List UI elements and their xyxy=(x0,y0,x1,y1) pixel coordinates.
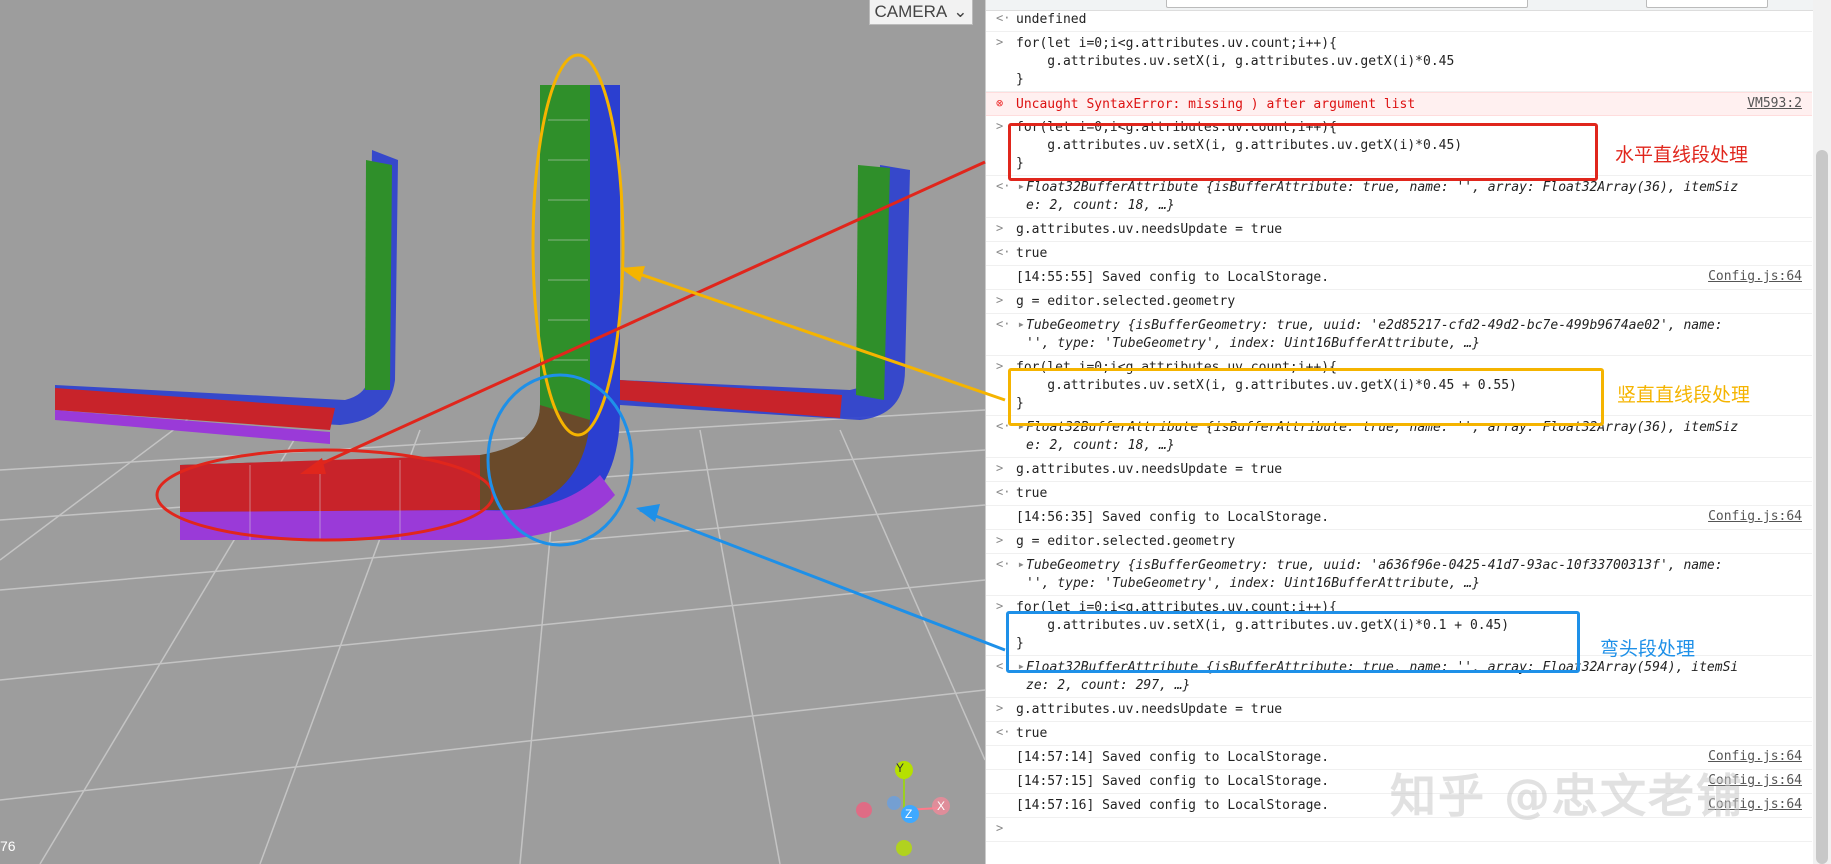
camera-select-label: CAMERA xyxy=(874,2,948,21)
console-row[interactable]: <· true xyxy=(986,242,1812,266)
gizmo-x-label: X xyxy=(937,799,946,813)
console-message-text: [14:57:14] Saved config to LocalStorage. xyxy=(1016,750,1330,765)
chevron-down-icon: ⌄ xyxy=(953,2,968,21)
console-message-text: TubeGeometry {isBufferGeometry: true, uu… xyxy=(1026,558,1723,591)
vertical-code-box xyxy=(1008,368,1604,426)
console-prompt-icon: > xyxy=(996,119,1004,133)
console-row[interactable]: <· true xyxy=(986,482,1812,506)
console-prompt-icon: > xyxy=(996,35,1004,49)
axis-gizmo[interactable] xyxy=(856,761,950,856)
console-prompt-icon: <· ▸ xyxy=(996,317,1025,331)
console-prompt-icon: <· xyxy=(996,485,1011,499)
console-row[interactable]: ⊗ Uncaught SyntaxError: missing ) after a… xyxy=(986,92,1812,116)
console-prompt-icon: <· xyxy=(996,725,1011,739)
console-prompt-icon: > xyxy=(996,701,1004,715)
console-row[interactable]: [14:56:35] Saved config to LocalStorage.… xyxy=(986,506,1812,530)
scrollbar-thumb[interactable] xyxy=(1816,150,1828,864)
console-message-text: g.attributes.uv.needsUpdate = true xyxy=(1016,222,1283,237)
console-row[interactable]: <· true xyxy=(986,722,1812,746)
error-icon: ⊗ xyxy=(996,96,1004,110)
watermark: 知乎 @忠文老铺 xyxy=(1390,769,1745,823)
console-prompt-icon: > xyxy=(996,599,1004,613)
console-row[interactable]: > for(let i=0;i<g.attributes.uv.count;i++… xyxy=(986,32,1812,92)
console-row[interactable]: > g = editor.selected.geometry xyxy=(986,530,1812,554)
console-message-text: g = editor.selected.geometry xyxy=(1016,534,1236,549)
console-prompt-icon: <· xyxy=(996,11,1011,25)
horizontal-code-box xyxy=(1008,123,1598,181)
console-prompt-icon: > xyxy=(996,461,1004,475)
console-message-text: [14:55:55] Saved config to LocalStorage. xyxy=(1016,270,1330,285)
console-message-text: Uncaught SyntaxError: missing ) after ar… xyxy=(1016,97,1416,112)
console-message-text: undefined xyxy=(1016,12,1087,27)
console-message-text: [14:57:16] Saved config to LocalStorage. xyxy=(1016,798,1330,813)
left-tube[interactable] xyxy=(55,150,398,444)
console-message-text: g.attributes.uv.needsUpdate = true xyxy=(1016,462,1283,477)
console-row[interactable]: <· ▸ TubeGeometry {isBufferGeometry: true… xyxy=(986,314,1812,356)
vertical-label: 竖直直线段处理 xyxy=(1617,384,1751,406)
console-message-text: g.attributes.uv.needsUpdate = true xyxy=(1016,702,1283,717)
console-row[interactable]: <· ▸ Float32BufferAttribute {isBufferAttr… xyxy=(986,176,1812,218)
console-message-text: g = editor.selected.geometry xyxy=(1016,294,1236,309)
console-message-text: [14:56:35] Saved config to LocalStorage. xyxy=(1016,510,1330,525)
console-message-text: true xyxy=(1016,486,1048,501)
fps-counter: 76 xyxy=(0,838,16,854)
console-message-text: Float32BufferAttribute {isBufferAttribut… xyxy=(1026,180,1739,213)
console-row[interactable]: [14:55:55] Saved config to LocalStorage.… xyxy=(986,266,1812,290)
console-row[interactable]: > g = editor.selected.geometry xyxy=(986,290,1812,314)
right-tube[interactable] xyxy=(620,165,910,420)
source-link[interactable]: Config.js:64 xyxy=(1708,509,1802,524)
source-link[interactable]: Config.js:64 xyxy=(1708,269,1802,284)
source-link[interactable]: VM593:2 xyxy=(1747,96,1802,111)
console-prompt-icon: > xyxy=(996,533,1004,547)
scene-canvas[interactable] xyxy=(0,0,985,864)
log-level-select[interactable] xyxy=(1646,0,1768,8)
console-message-text: for(let i=0;i<g.attributes.uv.count;i++)… xyxy=(1016,36,1455,87)
console-prompt-icon: <· xyxy=(996,245,1011,259)
console-message-text: TubeGeometry {isBufferGeometry: true, uu… xyxy=(1026,318,1723,351)
elbow-code-box xyxy=(1006,611,1580,673)
camera-select[interactable]: CAMERA ⌄ xyxy=(869,0,973,25)
console-prompt-icon: > xyxy=(996,821,1004,835)
console-prompt-icon: <· ▸ xyxy=(996,557,1025,571)
console-message-text: [14:57:15] Saved config to LocalStorage. xyxy=(1016,774,1330,789)
filter-input[interactable] xyxy=(1166,0,1528,8)
gizmo-z-label: Z xyxy=(905,807,913,821)
center-tube[interactable] xyxy=(180,85,620,540)
console-prompt-icon: > xyxy=(996,221,1004,235)
console-row[interactable]: <· undefined xyxy=(986,8,1812,32)
console-scrollbar[interactable] xyxy=(1813,0,1831,864)
elbow-label: 弯头段处理 xyxy=(1600,638,1696,660)
console-message-text: true xyxy=(1016,246,1048,261)
3d-viewport[interactable]: CAMERA ⌄ Y Z X 76 xyxy=(0,0,985,864)
console-prompt-icon: > xyxy=(996,293,1004,307)
console-prompt-icon: <· ▸ xyxy=(996,179,1025,193)
console-row[interactable]: > g.attributes.uv.needsUpdate = true xyxy=(986,458,1812,482)
console-prompt-icon: > xyxy=(996,359,1004,373)
horizontal-label: 水平直线段处理 xyxy=(1615,144,1749,166)
console-row[interactable]: > g.attributes.uv.needsUpdate = true xyxy=(986,698,1812,722)
console-message-text: true xyxy=(1016,726,1048,741)
console-row[interactable]: > g.attributes.uv.needsUpdate = true xyxy=(986,218,1812,242)
gizmo-y-label: Y xyxy=(896,761,905,775)
console-row[interactable]: <· ▸ TubeGeometry {isBufferGeometry: true… xyxy=(986,554,1812,596)
